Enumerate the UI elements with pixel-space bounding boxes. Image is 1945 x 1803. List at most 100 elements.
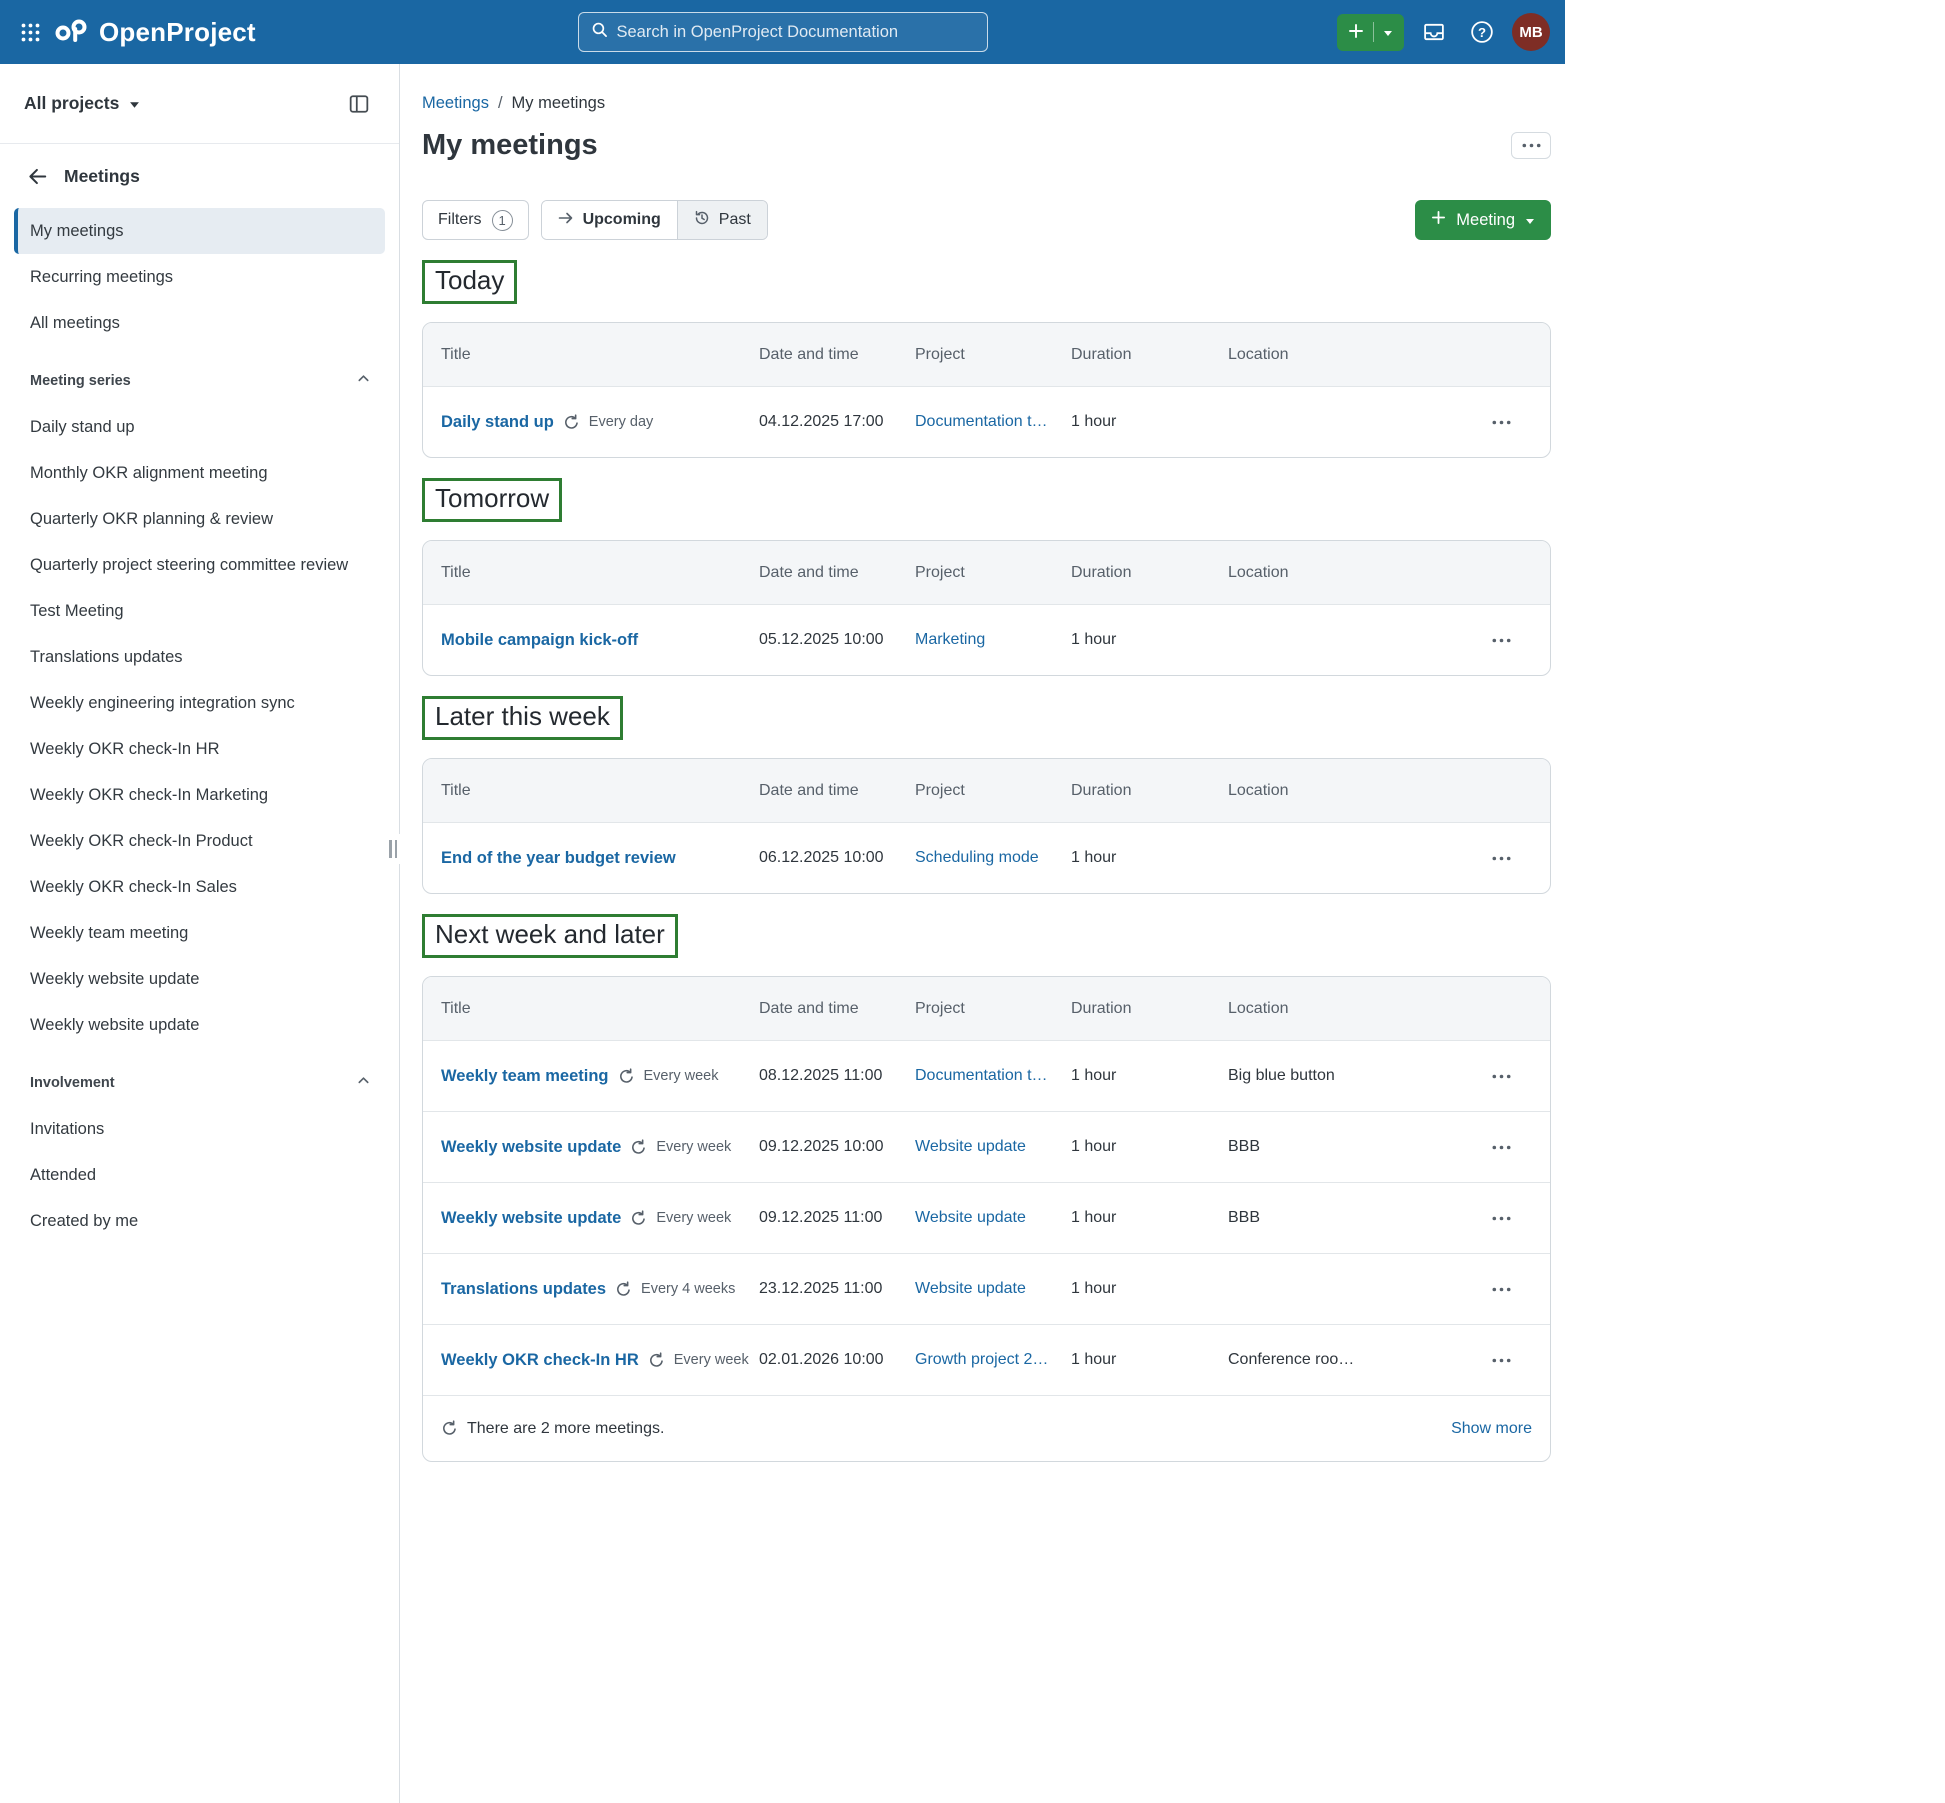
column-header-location: Location xyxy=(1228,346,1461,364)
project-link[interactable]: Website update xyxy=(915,1209,1026,1226)
meeting-duration: 1 hour xyxy=(1071,1067,1228,1085)
filters-label: Filters xyxy=(438,211,482,229)
column-header-title: Title xyxy=(441,782,759,800)
sidebar-item-attended[interactable]: Attended xyxy=(0,1152,399,1198)
plus-icon xyxy=(1348,23,1364,42)
sidebar-section-meeting-series[interactable]: Meeting series xyxy=(0,358,399,404)
project-link[interactable]: Scheduling mode xyxy=(915,849,1039,866)
row-actions-button[interactable] xyxy=(1483,1066,1520,1087)
sidebar-item-weekly-engineering-integration-sync[interactable]: Weekly engineering integration sync xyxy=(0,680,399,726)
global-search xyxy=(578,12,988,52)
meeting-duration: 1 hour xyxy=(1071,849,1228,867)
inbox-icon[interactable] xyxy=(1416,14,1452,50)
sidebar-item-my-meetings[interactable]: My meetings xyxy=(14,208,385,254)
breadcrumb-meetings-link[interactable]: Meetings xyxy=(422,94,489,113)
chevron-up-icon xyxy=(356,1073,371,1093)
project-link[interactable]: Growth project 2… xyxy=(915,1351,1048,1368)
user-avatar[interactable]: MB xyxy=(1512,13,1550,51)
meeting-location: BBB xyxy=(1228,1209,1461,1227)
sidebar-item-weekly-okr-check-in-marketing[interactable]: Weekly OKR check-In Marketing xyxy=(0,772,399,818)
more-meetings-text: There are 2 more meetings. xyxy=(467,1420,664,1438)
project-link[interactable]: Website update xyxy=(915,1280,1026,1297)
sidebar-item-daily-stand-up[interactable]: Daily stand up xyxy=(0,404,399,450)
help-icon[interactable]: ? xyxy=(1464,14,1500,50)
openproject-logo[interactable]: OpenProject xyxy=(54,17,256,48)
caret-down-icon xyxy=(129,93,140,114)
meeting-title-link[interactable]: Weekly website update xyxy=(441,1138,621,1157)
search-icon xyxy=(591,21,608,43)
meeting-title-link[interactable]: Translations updates xyxy=(441,1280,606,1299)
button-divider xyxy=(1373,22,1374,42)
history-icon xyxy=(694,210,710,231)
sidebar-item-quarterly-okr-planning-review[interactable]: Quarterly OKR planning & review xyxy=(0,496,399,542)
project-link[interactable]: Documentation t… xyxy=(915,1067,1048,1084)
row-actions-button[interactable] xyxy=(1483,848,1520,869)
sidebar-item-translations-updates[interactable]: Translations updates xyxy=(0,634,399,680)
recurring-icon xyxy=(630,1139,647,1156)
meeting-title-link[interactable]: Weekly OKR check-In HR xyxy=(441,1351,639,1370)
meeting-row: Weekly website updateEvery week09.12.202… xyxy=(423,1182,1550,1253)
meeting-row: Weekly team meetingEvery week08.12.2025 … xyxy=(423,1040,1550,1111)
project-link[interactable]: Documentation t… xyxy=(915,413,1048,430)
project-selector[interactable]: All projects xyxy=(24,93,140,114)
sidebar: All projects Meetings My meetingsRecurri… xyxy=(0,64,400,1803)
row-actions-button[interactable] xyxy=(1483,1350,1520,1371)
new-meeting-label: Meeting xyxy=(1456,211,1515,230)
filters-button[interactable]: Filters 1 xyxy=(422,200,529,240)
row-actions-button[interactable] xyxy=(1483,1279,1520,1300)
project-link[interactable]: Marketing xyxy=(915,631,985,648)
project-selector-label: All projects xyxy=(24,93,119,114)
meetings-table: TitleDate and timeProjectDurationLocatio… xyxy=(422,540,1551,676)
sidebar-item-created-by-me[interactable]: Created by me xyxy=(0,1198,399,1244)
meeting-location: Conference roo… xyxy=(1228,1351,1461,1369)
sidebar-item-recurring-meetings[interactable]: Recurring meetings xyxy=(0,254,399,300)
meetings-table: TitleDate and timeProjectDurationLocatio… xyxy=(422,758,1551,894)
page-title: My meetings xyxy=(422,129,598,162)
quick-add-button[interactable] xyxy=(1337,14,1404,51)
meeting-actions-cell xyxy=(1461,1137,1532,1158)
meeting-duration: 1 hour xyxy=(1071,413,1228,431)
sidebar-item-weekly-okr-check-in-sales[interactable]: Weekly OKR check-In Sales xyxy=(0,864,399,910)
sidebar-item-weekly-team-meeting[interactable]: Weekly team meeting xyxy=(0,910,399,956)
sidebar-item-quarterly-project-steering-committee-review[interactable]: Quarterly project steering committee rev… xyxy=(0,542,399,588)
row-actions-button[interactable] xyxy=(1483,630,1520,651)
project-link[interactable]: Website update xyxy=(915,1138,1026,1155)
page-more-actions-button[interactable] xyxy=(1511,132,1551,159)
global-search-input[interactable] xyxy=(617,23,975,42)
sidebar-section-involvement[interactable]: Involvement xyxy=(0,1060,399,1106)
app-grid-icon[interactable] xyxy=(15,17,46,48)
show-more-link[interactable]: Show more xyxy=(1451,1420,1532,1438)
meeting-actions-cell xyxy=(1461,1350,1532,1371)
new-meeting-button[interactable]: Meeting xyxy=(1415,200,1551,240)
sidebar-item-all-meetings[interactable]: All meetings xyxy=(0,300,399,346)
section-title: Meeting series xyxy=(30,373,131,389)
sidebar-item-test-meeting[interactable]: Test Meeting xyxy=(0,588,399,634)
sidebar-item-weekly-okr-check-in-product[interactable]: Weekly OKR check-In Product xyxy=(0,818,399,864)
tab-past[interactable]: Past xyxy=(677,201,767,239)
sidebar-item-invitations[interactable]: Invitations xyxy=(0,1106,399,1152)
sidebar-item-weekly-website-update[interactable]: Weekly website update xyxy=(0,956,399,1002)
sidebar-item-weekly-website-update[interactable]: Weekly website update xyxy=(0,1002,399,1048)
sidebar-item-monthly-okr-alignment-meeting[interactable]: Monthly OKR alignment meeting xyxy=(0,450,399,496)
group-heading-today: Today xyxy=(422,260,517,304)
meeting-title-link[interactable]: Weekly team meeting xyxy=(441,1067,609,1086)
collapse-sidebar-icon[interactable] xyxy=(343,88,375,120)
back-arrow-icon[interactable] xyxy=(26,165,49,188)
meeting-title-link[interactable]: Weekly website update xyxy=(441,1209,621,1228)
meeting-title-link[interactable]: Mobile campaign kick-off xyxy=(441,631,638,650)
meeting-title-cell: Mobile campaign kick-off xyxy=(441,631,759,650)
sidebar-resize-handle[interactable] xyxy=(385,834,401,864)
tab-upcoming[interactable]: Upcoming xyxy=(542,201,677,239)
column-header-title: Title xyxy=(441,346,759,364)
row-actions-button[interactable] xyxy=(1483,1137,1520,1158)
meeting-title-link[interactable]: End of the year budget review xyxy=(441,849,676,868)
table-header-row: TitleDate and timeProjectDurationLocatio… xyxy=(423,759,1550,822)
meeting-row: End of the year budget review06.12.2025 … xyxy=(423,822,1550,893)
column-header-date-and-time: Date and time xyxy=(759,1000,915,1018)
row-actions-button[interactable] xyxy=(1483,1208,1520,1229)
row-actions-button[interactable] xyxy=(1483,412,1520,433)
meeting-title-link[interactable]: Daily stand up xyxy=(441,413,554,432)
sidebar-item-weekly-okr-check-in-hr[interactable]: Weekly OKR check-In HR xyxy=(0,726,399,772)
meeting-actions-cell xyxy=(1461,1208,1532,1229)
meeting-datetime: 23.12.2025 11:00 xyxy=(759,1280,915,1298)
